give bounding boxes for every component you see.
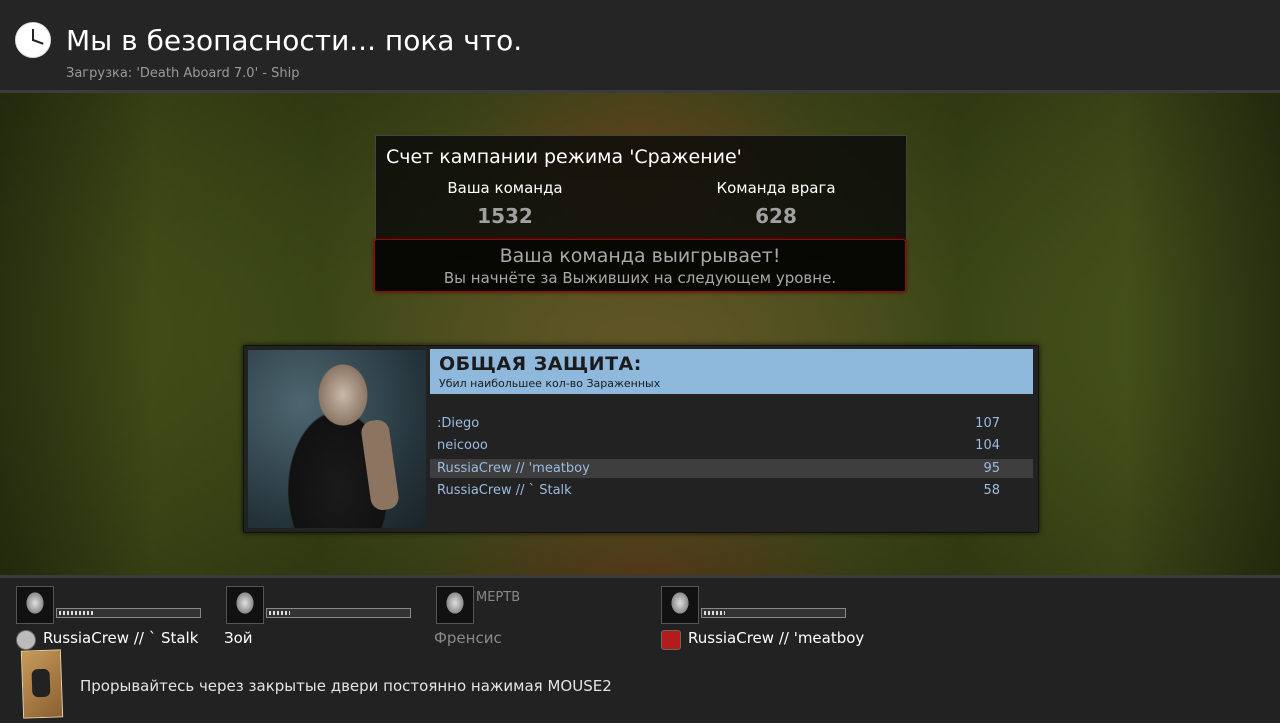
award-panel: ОБЩАЯ ЗАЩИТА: Убил наибольшее кол-во Зар…	[243, 345, 1039, 533]
player-slot: Зой	[224, 586, 426, 647]
health-bar	[701, 608, 846, 618]
winning-status-box: Ваша команда выигрывает! Вы начнёте за В…	[374, 239, 906, 292]
health-bar	[56, 608, 201, 618]
character-portrait	[248, 350, 426, 528]
survivor-avatar-icon	[436, 586, 474, 624]
award-row-highlighted: RussiaCrew // 'meatboy 95	[430, 459, 1033, 478]
clock-icon	[15, 22, 51, 58]
award-row: RussiaCrew // ` Stalk 58	[430, 481, 1033, 500]
gameplay-tip: Прорывайтесь через закрытые двери постоя…	[80, 677, 612, 695]
award-row-name: RussiaCrew // 'meatboy	[437, 461, 590, 476]
your-team-label: Ваша команда	[447, 179, 563, 197]
your-team-score: 1532	[477, 204, 533, 228]
award-row-value: 107	[975, 416, 1000, 431]
player-name: RussiaCrew // 'meatboy	[688, 629, 865, 647]
player-slot: RussiaCrew // 'meatboy	[661, 586, 865, 650]
award-title: ОБЩАЯ ЗАЩИТА:	[439, 353, 642, 375]
page-title: Мы в безопасности... пока что.	[66, 24, 523, 57]
survivor-status-bar: RussiaCrew // ` Stalk Зой МЕРТВ Френсис …	[0, 575, 1280, 723]
player-name: Френсис	[434, 629, 502, 647]
award-row-value: 58	[983, 483, 1000, 498]
campaign-score-panel: Счет кампании режима 'Сражение' Ваша ком…	[375, 135, 907, 240]
loading-subtitle: Загрузка: 'Death Aboard 7.0' - Ship	[66, 66, 300, 81]
survivor-avatar-icon	[661, 586, 699, 624]
dead-status: МЕРТВ	[476, 590, 521, 605]
award-row-value: 104	[975, 438, 1000, 453]
award-row-name: RussiaCrew // ` Stalk	[437, 483, 572, 498]
health-bar	[266, 608, 411, 618]
next-level-note: Вы начнёте за Выживших на следующем уров…	[443, 269, 837, 287]
player-badge-icon	[661, 630, 681, 650]
player-name: RussiaCrew // ` Stalk	[43, 629, 199, 647]
header: Мы в безопасности... пока что. Загрузка:…	[0, 0, 1280, 93]
award-header: ОБЩАЯ ЗАЩИТА: Убил наибольшее кол-во Зар…	[430, 349, 1033, 394]
award-row-value: 95	[983, 461, 1000, 476]
survivor-avatar-icon	[16, 586, 54, 624]
player-slot: RussiaCrew // ` Stalk	[16, 586, 216, 650]
player-slot: МЕРТВ Френсис	[434, 586, 636, 647]
player-name: Зой	[224, 629, 253, 647]
score-title: Счет кампании режима 'Сражение'	[386, 146, 742, 168]
award-description: Убил наибольшее кол-во Зараженных	[439, 377, 661, 390]
winning-status: Ваша команда выигрывает!	[499, 245, 781, 267]
player-badge-icon	[16, 630, 36, 650]
enemy-team-label: Команда врага	[716, 179, 836, 197]
award-row: neicooo 104	[430, 436, 1033, 455]
award-row: :Diego 107	[430, 414, 1033, 433]
award-row-name: neicooo	[437, 438, 488, 453]
enemy-team-score: 628	[755, 204, 797, 228]
tip-card-icon	[20, 649, 64, 719]
survivor-avatar-icon	[226, 586, 264, 624]
award-row-name: :Diego	[437, 416, 480, 431]
